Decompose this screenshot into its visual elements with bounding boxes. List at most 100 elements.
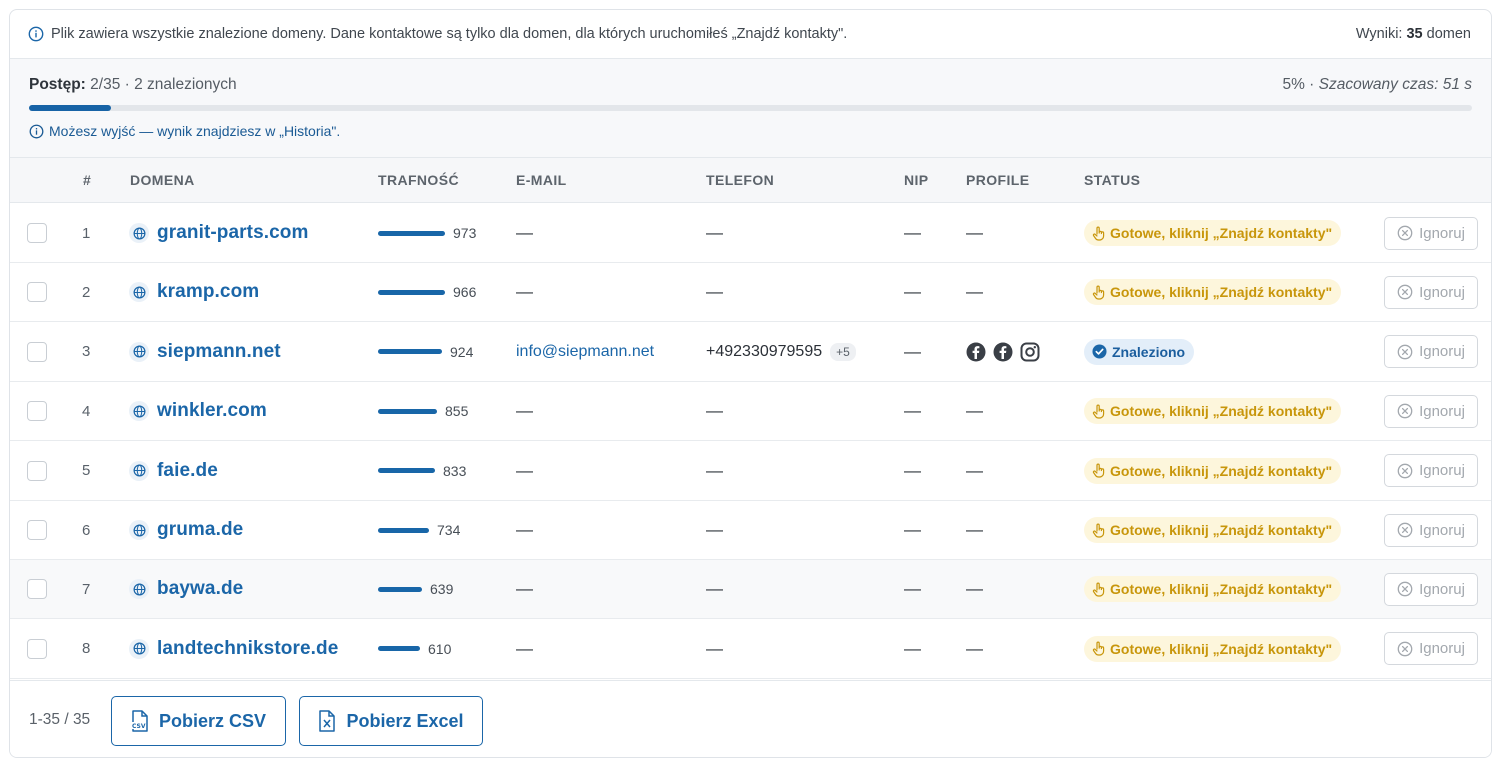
relevance-bar [378,586,422,592]
excel-file-icon [319,710,336,732]
globe-icon [129,341,149,362]
table-row: 3 siepmann.net 924 info@siepmann.net +492330… [10,323,1491,382]
domain-link[interactable]: winkler.com [157,400,267,422]
nip-value: — [904,223,921,242]
hand-pointer-icon [1092,582,1106,597]
status-badge[interactable]: Gotowe, kliknij „Znajdź kontakty" [1084,279,1342,306]
ignore-button[interactable]: Ignoruj [1384,335,1478,369]
phone-value[interactable]: +492330979595 [706,343,822,361]
email-empty: — [516,401,533,421]
nip-value: — [904,520,921,539]
row-checkbox[interactable] [27,401,47,422]
ignore-button[interactable]: Ignoruj [1384,394,1478,428]
hand-pointer-icon [1092,463,1106,478]
email-empty: — [516,579,533,599]
email-empty: — [516,638,533,658]
relevance-score: 966 [453,284,477,301]
download-excel-button[interactable]: Pobierz Excel [299,696,483,746]
close-circle-icon [1397,284,1413,300]
relevance-score: 610 [428,640,452,657]
download-csv-button[interactable]: CSV Pobierz CSV [111,696,286,746]
instagram-icon[interactable] [1020,342,1040,362]
pagination-range: 1-35 / 35 [29,711,91,728]
domain-link[interactable]: faie.de [157,460,218,482]
relevance-score: 924 [450,343,474,360]
row-checkbox[interactable] [27,223,47,243]
row-number: 6 [82,521,91,539]
relevance-bar [378,527,429,533]
hand-pointer-icon [1092,285,1106,300]
relevance-score: 973 [453,225,477,241]
more-phones-badge[interactable]: +5 [830,342,856,361]
ignore-button[interactable]: Ignoruj [1384,454,1478,488]
facebook-icon[interactable] [993,342,1013,362]
row-number: 8 [82,640,91,658]
hand-pointer-icon [1092,226,1106,241]
column-header-number: # [83,172,92,188]
csv-file-icon: CSV [131,710,148,732]
status-badge[interactable]: Gotowe, kliknij „Znajdź kontakty" [1084,220,1342,246]
column-header-profiles: PROFILE [966,172,1030,188]
relevance-bar [378,408,437,414]
row-checkbox[interactable] [27,579,47,600]
email-empty: — [516,460,533,480]
row-checkbox[interactable] [27,282,47,303]
phone-empty: — [706,520,723,539]
email-link[interactable]: info@siepmann.net [516,343,654,361]
ignore-button[interactable]: Ignoruj [1384,513,1478,547]
hand-pointer-icon [1092,404,1106,419]
progress-section: Postęp: 2/35 · 2 znalezionych 5% · Szaco… [10,59,1491,158]
domain-link[interactable]: baywa.de [157,578,243,600]
email-empty: — [516,282,533,302]
ignore-button[interactable]: Ignoruj [1384,275,1478,309]
info-text: Plik zawiera wszystkie znalezione domeny… [51,26,848,42]
results-summary: Wyniki: 35 domen [1355,26,1471,42]
ignore-button[interactable]: Ignoruj [1384,632,1478,666]
exit-note: Możesz wyjść — wynik znajdziesz w „Histo… [29,123,340,139]
profiles-empty: — [966,223,983,242]
domain-link[interactable]: kramp.com [157,281,259,303]
profiles-empty: — [966,520,983,539]
ignore-button[interactable]: Ignoruj [1384,216,1478,250]
column-header-phone: TELEFON [706,172,775,188]
nip-value: — [904,579,921,599]
progress-bar [29,105,1472,111]
hand-pointer-icon [1092,523,1106,538]
hand-pointer-icon [1092,641,1106,656]
profiles-empty: — [966,638,983,658]
facebook-icon[interactable] [966,342,986,362]
domain-link[interactable]: landtechnikstore.de [157,638,338,660]
row-checkbox[interactable] [27,638,47,659]
row-number: 3 [82,343,91,361]
table-row: 1 granit-parts.com 973 — — — — Gotowe, kliknij … [10,204,1491,263]
globe-icon [129,282,149,303]
globe-icon [129,401,149,422]
table-footer: 1-35 / 35 CSV Pobierz CSV Pobierz Excel [10,680,1491,757]
status-badge[interactable]: Gotowe, kliknij „Znajdź kontakty" [1084,457,1342,484]
ignore-button[interactable]: Ignoruj [1384,572,1478,606]
status-badge[interactable]: Gotowe, kliknij „Znajdź kontakty" [1084,517,1342,543]
row-checkbox[interactable] [27,341,47,362]
info-bar: Plik zawiera wszystkie znalezione domeny… [10,10,1491,59]
column-header-status: STATUS [1084,172,1141,188]
close-circle-icon [1397,225,1413,241]
domain-link[interactable]: granit-parts.com [157,222,309,244]
domain-link[interactable]: siepmann.net [157,341,281,363]
row-checkbox[interactable] [27,460,47,481]
info-icon [28,26,44,42]
status-badge[interactable]: Gotowe, kliknij „Znajdź kontakty" [1084,398,1342,425]
close-circle-icon [1397,581,1413,597]
row-checkbox[interactable] [27,520,47,540]
status-badge[interactable]: Gotowe, kliknij „Znajdź kontakty" [1084,635,1342,662]
table-row: 5 faie.de 833 — — — — Gotowe, kliknij „Znajdź k… [10,442,1491,501]
status-badge[interactable]: Gotowe, kliknij „Znajdź kontakty" [1084,576,1342,603]
domain-link[interactable]: gruma.de [157,519,243,541]
table-row: 8 landtechnikstore.de 610 — — — — Gotowe, klikn… [10,620,1491,679]
profiles-empty: — [966,401,983,421]
phone-empty: — [706,401,723,421]
check-circle-icon [1092,344,1107,359]
close-circle-icon [1397,522,1413,538]
row-number: 2 [82,283,91,301]
relevance-score: 855 [445,403,469,420]
close-circle-icon [1397,463,1413,479]
